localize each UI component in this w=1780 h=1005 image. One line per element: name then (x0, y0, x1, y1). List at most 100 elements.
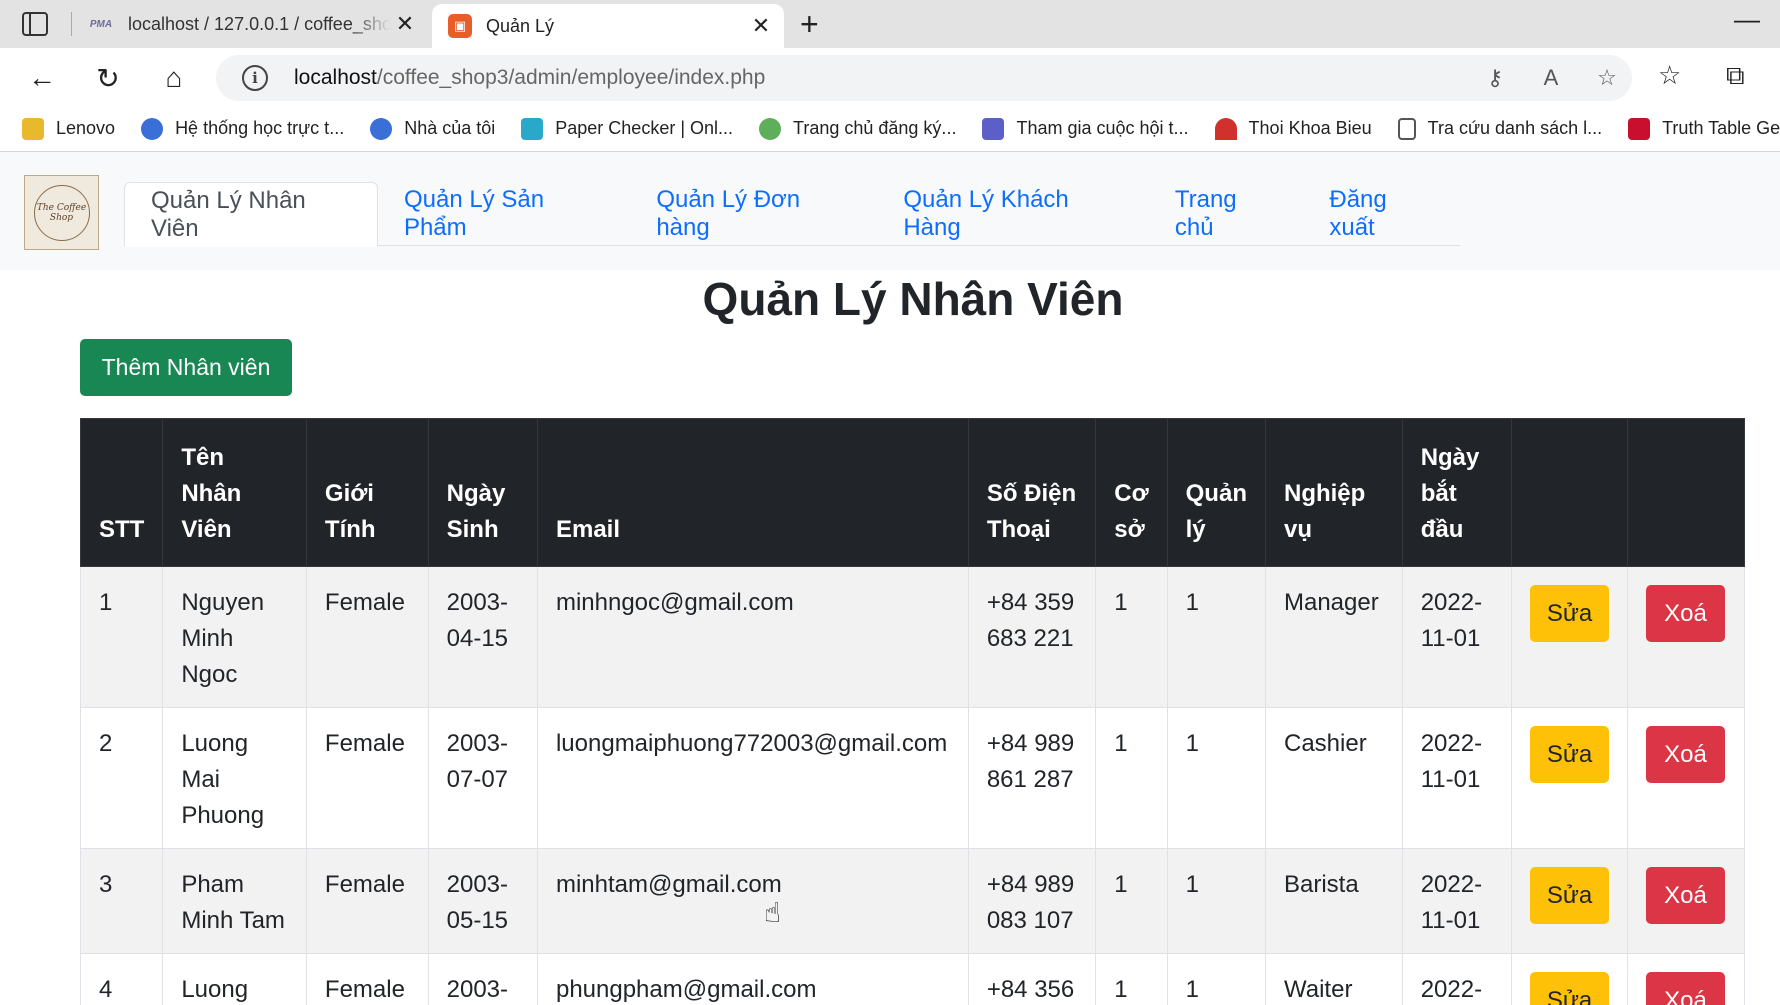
bookmark-item[interactable]: Truth Table Gener (1628, 117, 1780, 140)
read-aloud-icon[interactable]: A (1536, 65, 1566, 91)
cell-stt: 3 (79, 848, 164, 954)
header-edit (1511, 418, 1629, 567)
cell-delete: Xoá (1627, 953, 1745, 1005)
browser-tab-quan-ly[interactable]: ▣ Quản Lý ✕ (432, 4, 784, 48)
minimize-window-icon[interactable]: — (1734, 4, 1760, 35)
close-tab-icon[interactable]: ✕ (390, 11, 420, 37)
cell-dob: 2003-04-15 (427, 566, 538, 708)
header-name: Tên Nhân Viên (162, 418, 307, 567)
table-row: 1 Nguyen Minh Ngoc Female 2003-04-15 min… (79, 566, 1745, 708)
site-info-icon[interactable]: i (242, 65, 268, 91)
edit-button[interactable]: Sửa (1530, 972, 1610, 1005)
cell-email: phungpham@gmail.com (536, 953, 969, 1005)
cell-role: Barista (1264, 848, 1403, 954)
tab-actions-icon[interactable] (22, 12, 48, 36)
delete-button[interactable]: Xoá (1646, 867, 1726, 924)
add-employee-button[interactable]: Thêm Nhân viên (80, 339, 292, 396)
cell-gender: Female (305, 953, 429, 1005)
cell-branch: 1 (1095, 707, 1168, 849)
checker-icon (521, 117, 544, 140)
bookmark-label: Hệ thống học trực t... (175, 118, 345, 138)
cell-dob: 2003-05-15 (427, 848, 538, 954)
cell-phone: +84 989 083 107 (967, 848, 1097, 954)
tab-logout[interactable]: Đăng xuất (1303, 182, 1460, 246)
s-icon (1628, 117, 1651, 140)
teams-icon (982, 117, 1005, 140)
tab-product-management[interactable]: Quản Lý Sản Phẩm (378, 182, 630, 246)
edit-button[interactable]: Sửa (1530, 585, 1610, 642)
cell-name: Nguyen Minh Ngoc (162, 566, 307, 708)
header-manager: Quản lý (1166, 418, 1266, 567)
edit-button[interactable]: Sửa (1530, 867, 1610, 924)
cell-delete: Xoá (1627, 707, 1745, 849)
bookmark-item[interactable]: Nhà của tôi (370, 117, 495, 140)
back-icon[interactable]: ← (24, 60, 60, 96)
cell-branch: 1 (1095, 566, 1168, 708)
cell-role: Cashier (1264, 707, 1403, 849)
cell-email: minhtam@gmail.com (536, 848, 969, 954)
bookmark-item[interactable]: Lenovo (22, 117, 115, 140)
cell-delete: Xoá (1627, 848, 1745, 954)
arc-icon (1214, 117, 1237, 140)
bookmarks-bar: Lenovo Hệ thống học trực t... Nhà của tô… (0, 106, 1780, 152)
browser-tab-bar: PMA localhost / 127.0.0.1 / coffee_sho ✕… (0, 0, 1780, 48)
edit-button[interactable]: Sửa (1530, 726, 1610, 783)
site-favicon-icon: ▣ (448, 14, 472, 38)
tab-order-management[interactable]: Quản Lý Đơn hàng (630, 182, 877, 246)
cell-edit: Sửa (1511, 566, 1629, 708)
url-path: /coffee_shop3/admin/employee/index.php (376, 66, 766, 89)
cell-edit: Sửa (1511, 953, 1629, 1005)
bookmark-item[interactable]: Paper Checker | Onl... (521, 117, 733, 140)
bookmark-label: Tham gia cuộc hội t... (1016, 118, 1189, 138)
browser-tab-phpmyadmin[interactable]: PMA localhost / 127.0.0.1 / coffee_sho ✕ (72, 0, 428, 48)
cell-manager: 1 (1166, 848, 1266, 954)
tab-title: localhost / 127.0.0.1 / coffee_sho (128, 13, 390, 34)
favorites-icon[interactable]: ☆ (1658, 60, 1681, 91)
header-phone: Số Điện Thoại (967, 418, 1097, 567)
delete-button[interactable]: Xoá (1646, 972, 1726, 1005)
delete-button[interactable]: Xoá (1646, 585, 1726, 642)
bookmark-label: Truth Table Gener (1662, 118, 1780, 138)
new-tab-icon[interactable]: + (800, 6, 819, 43)
hand-cursor-icon: ☝ (764, 897, 782, 928)
logo-emblem: The Coffee Shop (33, 184, 90, 241)
tab-customer-management[interactable]: Quản Lý Khách Hàng (877, 182, 1149, 246)
bookmark-item[interactable]: Trang chủ đăng ký... (759, 117, 956, 140)
header-delete (1627, 418, 1745, 567)
bookmark-item[interactable]: Hệ thống học trực t... (141, 117, 345, 140)
cell-gender: Female (305, 707, 429, 849)
table-row: 3 Pham Minh Tam Female 2003-05-15 minhta… (79, 848, 1745, 954)
bookmark-item[interactable]: Thoi Khoa Bieu (1214, 117, 1372, 140)
tab-title: Quản Lý (486, 15, 555, 36)
cell-phone: +84 356 (967, 953, 1097, 1005)
cell-manager: 1 (1166, 707, 1266, 849)
cell-branch: 1 (1095, 953, 1168, 1005)
cell-manager: 1 (1166, 566, 1266, 708)
collections-icon[interactable]: ⧉ (1726, 60, 1745, 92)
close-tab-icon[interactable]: ✕ (746, 13, 776, 39)
home-icon[interactable]: ⌂ (156, 60, 192, 96)
url-host: localhost (294, 66, 377, 89)
header-branch: Cơ sở (1095, 418, 1168, 567)
key-icon[interactable]: ⚷ (1480, 65, 1510, 91)
address-bar[interactable]: i localhost/coffee_shop3/admin/employee/… (216, 55, 1632, 101)
add-favorite-icon[interactable]: ☆ (1592, 65, 1622, 91)
tab-employee-management[interactable]: Quản Lý Nhân Viên (124, 182, 378, 247)
cell-name: Luong Mai Phuong (162, 707, 307, 849)
table-row: 2 Luong Mai Phuong Female 2003-07-07 luo… (79, 707, 1745, 849)
coffee-shop-logo[interactable]: The Coffee Shop (24, 175, 99, 250)
cell-stt: 4 (79, 953, 164, 1005)
bookmark-item[interactable]: Tra cứu danh sách l... (1397, 117, 1602, 140)
cell-delete: Xoá (1627, 566, 1745, 708)
tab-home[interactable]: Trang chủ (1149, 182, 1304, 246)
refresh-icon[interactable]: ↻ (90, 60, 126, 96)
cell-start-date: 2022-11-01 (1401, 707, 1513, 849)
page-title: Quản Lý Nhân Viên (702, 273, 1124, 325)
bookmark-item[interactable]: Tham gia cuộc hội t... (982, 117, 1189, 140)
cell-edit: Sửa (1511, 848, 1629, 954)
phpmyadmin-icon: PMA (89, 18, 113, 30)
delete-button[interactable]: Xoá (1646, 726, 1726, 783)
cell-dob: 2003- (427, 953, 538, 1005)
nav-tabs: Quản Lý Nhân Viên Quản Lý Sản Phẩm Quản … (124, 182, 1460, 247)
cell-start-date: 2022-11-01 (1401, 848, 1513, 954)
